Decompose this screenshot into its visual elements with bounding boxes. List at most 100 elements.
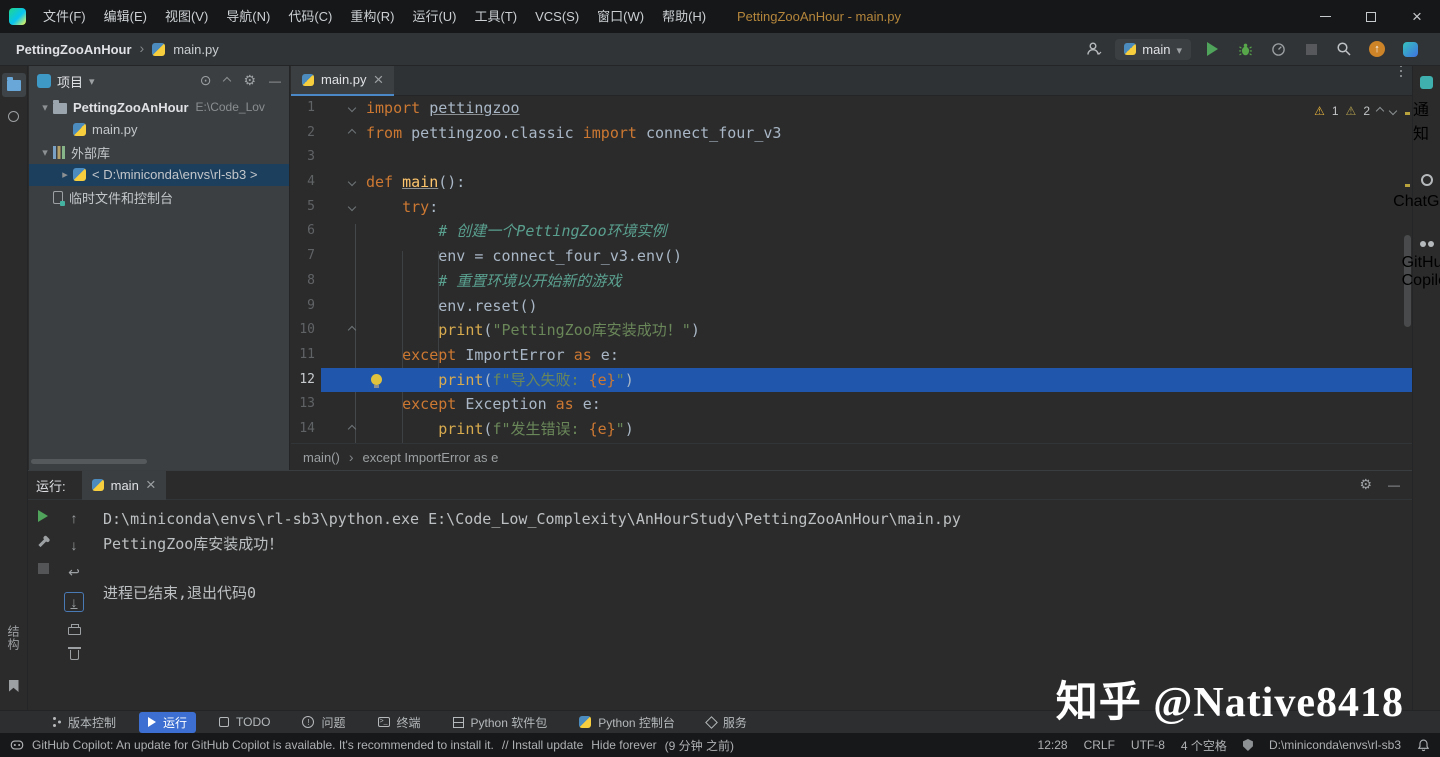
breadcrumb-node[interactable]: except ImportError as e	[363, 450, 499, 465]
toolwindow-button-terminal[interactable]: 终端	[369, 712, 430, 733]
indent-selector[interactable]: 4 个空格	[1181, 737, 1227, 754]
toolwindow-button-github-copilot[interactable]: GitHub Copilot	[1402, 241, 1440, 290]
menu-item[interactable]: 视图(V)	[156, 0, 217, 33]
editor-tab-main-py[interactable]: main.py	[291, 65, 395, 96]
fold-marker-icon[interactable]	[347, 202, 357, 211]
menu-item[interactable]: 工具(T)	[465, 0, 526, 33]
menu-item[interactable]: VCS(S)	[526, 0, 588, 33]
breadcrumb-file[interactable]: main.py	[173, 42, 219, 57]
line-number[interactable]: 14	[291, 417, 321, 442]
notifications-bell-icon[interactable]	[1417, 739, 1430, 752]
copilot-status-icon[interactable]	[10, 738, 24, 752]
menu-item[interactable]: 编辑(E)	[95, 0, 156, 33]
profiler-button[interactable]	[1266, 37, 1290, 61]
run-config-selector[interactable]: main	[1115, 38, 1191, 60]
code-line[interactable]: 6 # 创建一个PettingZoo环境实例	[291, 219, 1412, 244]
line-ending-selector[interactable]: CRLF	[1084, 738, 1115, 752]
code-line[interactable]: 1 import pettingzoo	[291, 96, 1412, 121]
next-problem-icon[interactable]	[1388, 106, 1398, 116]
run-tab-main[interactable]: main	[81, 470, 166, 500]
code-line[interactable]: 7 env = connect_four_v3.env()	[291, 244, 1412, 269]
code-line[interactable]: 3	[291, 145, 1412, 170]
menu-item[interactable]: 代码(C)	[279, 0, 341, 33]
toolwindow-button-python-packages[interactable]: Python 软件包	[444, 712, 557, 733]
toolwindow-button-notifications[interactable]: 通知	[1413, 76, 1440, 144]
gear-icon[interactable]	[243, 72, 256, 90]
toolwindow-button-problems[interactable]: 问题	[293, 712, 354, 733]
code-line[interactable]: 5 try:	[291, 195, 1412, 220]
commit-toolwindow-button[interactable]	[2, 104, 26, 128]
close-tab-icon[interactable]	[146, 475, 156, 495]
print-icon[interactable]	[67, 624, 81, 635]
menu-item[interactable]: 运行(U)	[403, 0, 465, 33]
tree-item[interactable]: main.py	[29, 119, 289, 142]
breadcrumb-project[interactable]: PettingZooAnHour	[16, 42, 132, 57]
line-number[interactable]: 13	[291, 392, 321, 417]
down-stack-trace-icon[interactable]	[71, 537, 78, 553]
line-number[interactable]: 12	[291, 368, 321, 393]
structure-toolwindow-button[interactable]: 结构	[5, 625, 22, 651]
tree-item[interactable]: ▾ PettingZooAnHour E:\Code_Lov	[29, 96, 289, 119]
stop-button[interactable]	[1299, 37, 1323, 61]
debug-button[interactable]	[1233, 37, 1257, 61]
project-panel-title[interactable]: 项目	[57, 72, 83, 91]
stop-button[interactable]	[37, 563, 49, 574]
fold-marker-icon[interactable]	[347, 103, 357, 113]
search-everywhere-button[interactable]	[1332, 37, 1356, 61]
line-number[interactable]: 4	[291, 170, 321, 195]
code-line[interactable]: 12 print(f"导入失败: {e}")	[291, 367, 1412, 393]
inspections-widget[interactable]: ⚠ 1 ⚠ 2	[1314, 104, 1398, 118]
line-number[interactable]: 10	[291, 318, 321, 343]
breadcrumb-function[interactable]: main()	[303, 450, 340, 465]
clear-console-icon[interactable]	[67, 647, 81, 660]
close-tab-icon[interactable]	[374, 70, 384, 90]
line-number[interactable]: 2	[291, 121, 321, 146]
tree-item[interactable]: 临时文件和控制台	[29, 186, 289, 209]
toolwindow-button-version-control[interactable]: 版本控制	[44, 712, 125, 733]
toolwindow-button-services[interactable]: 服务	[698, 712, 756, 733]
toolwindow-button-chatgpt[interactable]: ChatGPT	[1393, 174, 1440, 211]
code-line[interactable]: 11 except ImportError as e:	[291, 343, 1412, 368]
menu-item[interactable]: 窗口(W)	[588, 0, 653, 33]
interpreter-selector[interactable]: D:\miniconda\envs\rl-sb3	[1269, 738, 1401, 752]
tree-item[interactable]: ▸ < D:\miniconda\envs\rl-sb3 >	[29, 163, 289, 186]
prev-problem-icon[interactable]	[1375, 106, 1385, 116]
gear-icon[interactable]	[1359, 476, 1372, 494]
hide-panel-icon[interactable]	[269, 72, 281, 90]
code-line[interactable]: 4 def main():	[291, 170, 1412, 195]
menu-item[interactable]: 重构(R)	[341, 0, 403, 33]
menu-item[interactable]: 导航(N)	[217, 0, 279, 33]
toolwindow-button-todo[interactable]: TODO	[210, 713, 279, 731]
minimize-button[interactable]	[1302, 0, 1348, 33]
soft-wrap-icon[interactable]	[68, 564, 80, 581]
code-line[interactable]: 9 env.reset()	[291, 294, 1412, 319]
line-number[interactable]: 3	[291, 145, 321, 170]
chevron-down-icon[interactable]	[89, 72, 95, 90]
fold-marker-icon[interactable]	[347, 177, 357, 187]
locate-file-icon[interactable]	[200, 72, 212, 90]
user-account-button[interactable]	[1082, 37, 1106, 61]
code-line[interactable]: 2 from pettingzoo.classic import connect_…	[291, 121, 1412, 146]
line-number[interactable]: 1	[291, 96, 321, 121]
up-stack-trace-icon[interactable]	[71, 510, 78, 526]
code-line[interactable]: 14 print(f"发生错误: {e}")	[291, 417, 1412, 442]
code-line[interactable]: 8 # 重置环境以开始新的游戏	[291, 269, 1412, 294]
menu-item[interactable]: 帮助(H)	[653, 0, 715, 33]
line-number[interactable]: 9	[291, 294, 321, 319]
rerun-button[interactable]	[38, 510, 48, 522]
project-toolwindow-button[interactable]	[1, 73, 26, 97]
chevron-down-icon[interactable]: ▾	[37, 146, 53, 159]
tree-item[interactable]: ▾ 外部库	[29, 141, 289, 164]
feature-button[interactable]	[1398, 37, 1422, 61]
line-number[interactable]: 5	[291, 195, 321, 220]
collapse-all-icon[interactable]	[223, 76, 232, 86]
update-available-button[interactable]: ↑	[1365, 37, 1389, 61]
toolwindow-button-run[interactable]: 运行	[139, 711, 197, 733]
fold-marker-icon[interactable]	[347, 128, 357, 137]
menu-item[interactable]: 文件(F)	[34, 0, 95, 33]
chevron-right-icon[interactable]: ▸	[57, 168, 73, 181]
modify-run-config-icon[interactable]	[38, 537, 48, 548]
encoding-selector[interactable]: UTF-8	[1131, 738, 1165, 752]
run-button[interactable]	[1200, 37, 1224, 61]
chevron-down-icon[interactable]: ▾	[37, 101, 53, 114]
